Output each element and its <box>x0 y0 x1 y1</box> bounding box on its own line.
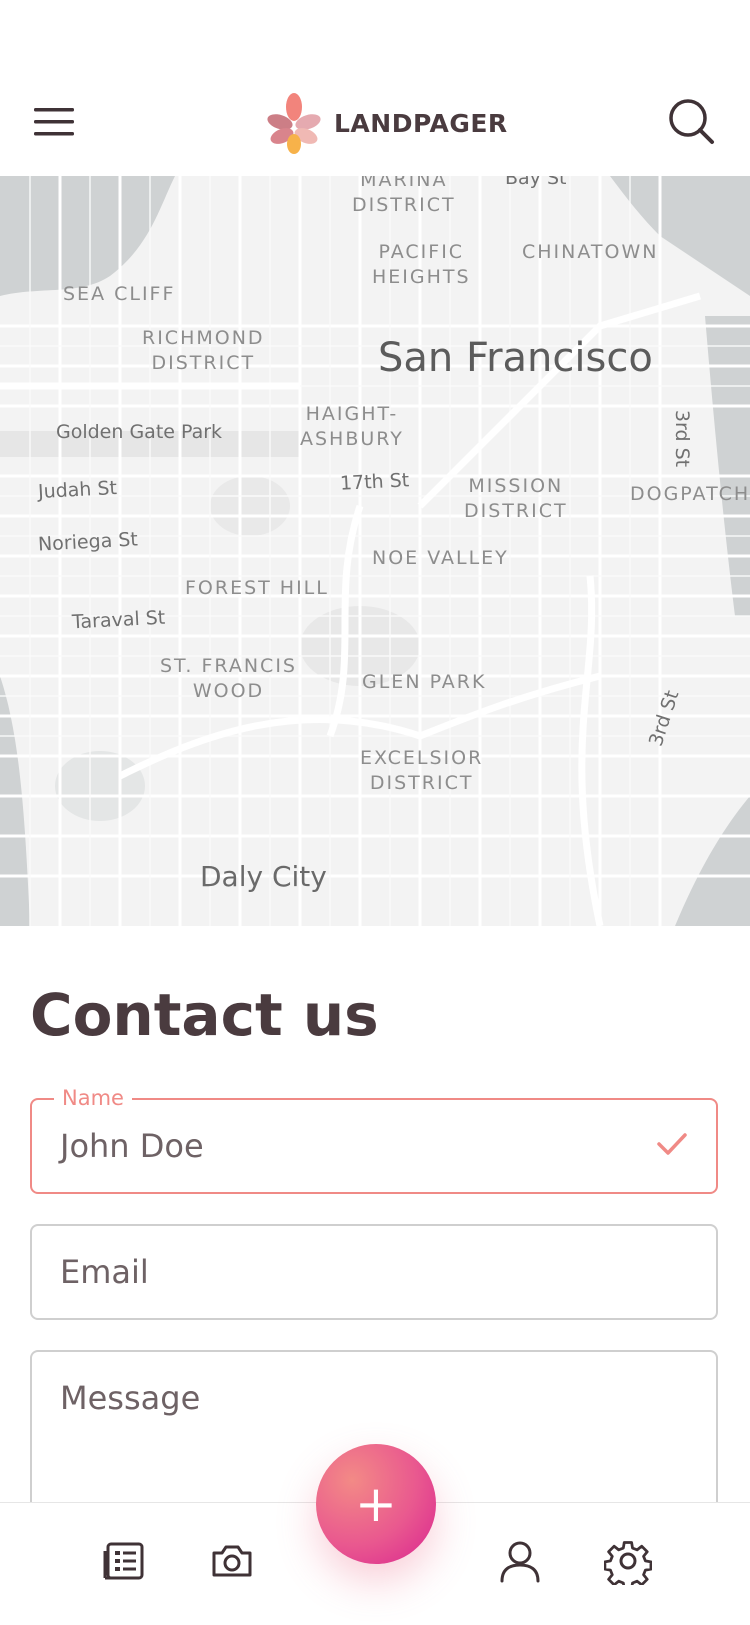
name-field-value[interactable]: John Doe <box>60 1126 204 1166</box>
map-label-excelsior: EXCELSIOR DISTRICT <box>360 747 484 794</box>
list-icon[interactable] <box>100 1537 148 1585</box>
map-label-dogpatch: DOGPATCH <box>630 483 750 505</box>
map-label-richmond: RICHMOND DISTRICT <box>142 327 265 374</box>
map-label-noriega-st: Noriega St <box>37 528 139 556</box>
map-label-daly-city: Daly City <box>200 860 327 893</box>
map-label-glen-park: GLEN PARK <box>362 671 487 693</box>
map-label-taraval-st: Taraval St <box>71 606 166 634</box>
check-icon <box>657 1133 687 1155</box>
map-label-bay-st: Bay St <box>505 176 567 189</box>
map-label-st-francis-wood: ST. FRANCIS WOOD <box>160 655 297 702</box>
hamburger-menu-icon[interactable] <box>28 100 80 144</box>
search-icon[interactable] <box>666 96 720 150</box>
settings-icon[interactable] <box>603 1537 653 1590</box>
map-label-marina: MARINA DISTRICT <box>352 176 456 216</box>
message-field-placeholder[interactable]: Message <box>60 1378 200 1418</box>
email-field-placeholder[interactable]: Email <box>60 1252 149 1292</box>
page-title: Contact us <box>30 981 379 1049</box>
email-field[interactable]: Email <box>30 1224 718 1320</box>
map-label-haight-ashbury: HAIGHT- ASHBURY <box>300 403 404 450</box>
map-label-forest-hill: FOREST HILL <box>185 577 329 599</box>
map-label-golden-gate-park: Golden Gate Park <box>56 421 223 443</box>
camera-icon[interactable] <box>208 1537 256 1585</box>
name-field[interactable]: Name John Doe <box>30 1084 718 1194</box>
add-icon: + <box>355 1475 397 1533</box>
map-label-3rd-st-north: 3rd St <box>671 409 694 468</box>
flower-logo-icon <box>267 93 321 154</box>
brand-name: LANDPAGER <box>334 108 508 138</box>
map-label-noe-valley: NOE VALLEY <box>372 547 509 569</box>
location-map[interactable]: MARINA DISTRICT Bay St PACIFIC HEIGHTS C… <box>0 176 750 926</box>
map-label-sea-cliff: SEA CLIFF <box>63 283 176 305</box>
user-icon[interactable] <box>496 1537 544 1585</box>
name-field-label: Name <box>54 1084 132 1112</box>
map-label-pacific-heights: PACIFIC HEIGHTS <box>372 241 471 288</box>
map-label-judah-st: Judah St <box>37 476 118 504</box>
map-label-chinatown: CHINATOWN <box>522 241 659 263</box>
brand-logo[interactable]: LANDPAGER <box>264 90 508 156</box>
app-header: LANDPAGER <box>0 0 750 176</box>
map-label-mission: MISSION DISTRICT <box>464 475 568 522</box>
map-label-17th-st: 17th St <box>339 469 410 495</box>
add-button[interactable]: + <box>316 1444 436 1564</box>
map-label-san-francisco: San Francisco <box>378 335 653 381</box>
